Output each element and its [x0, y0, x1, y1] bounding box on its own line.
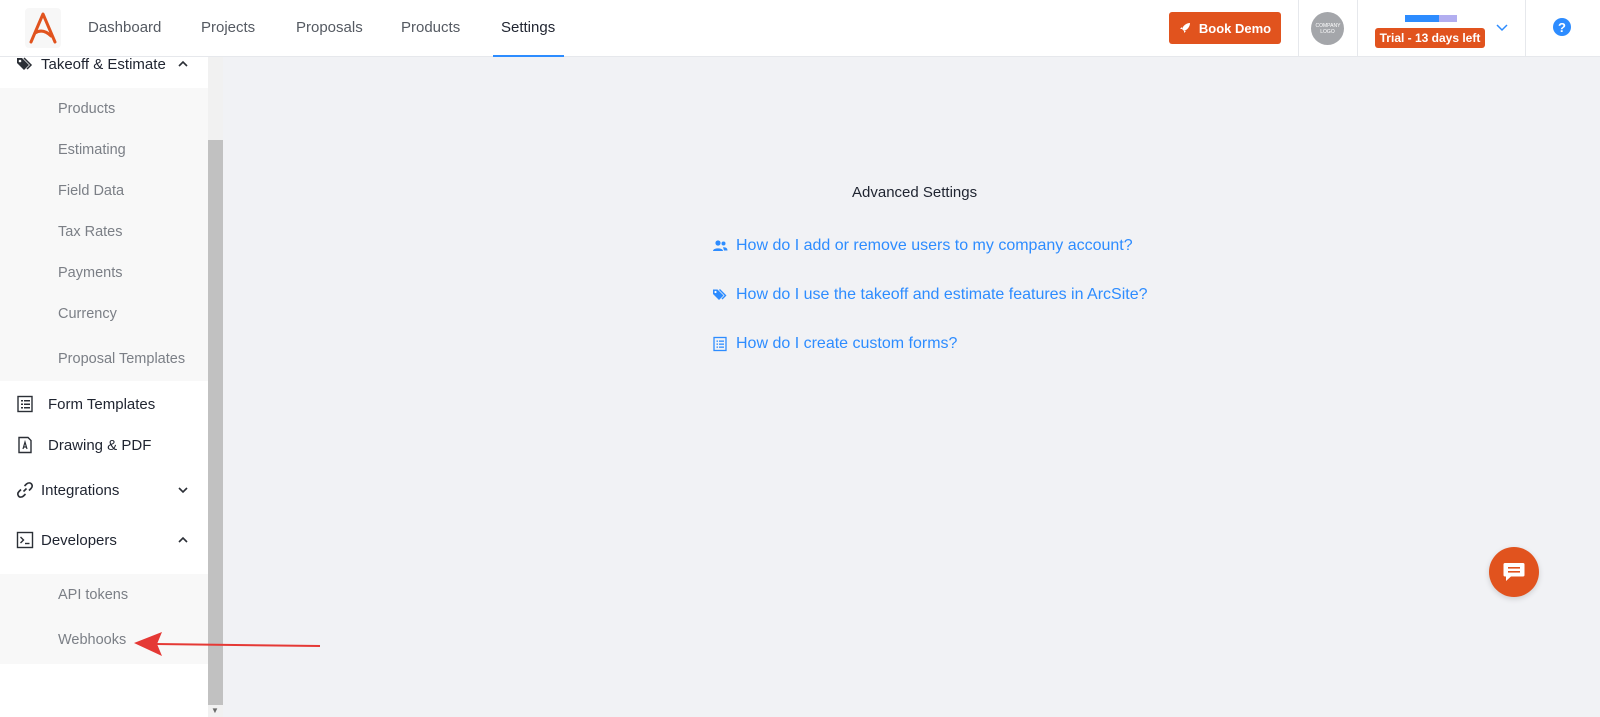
nav-products[interactable]: Products	[401, 0, 460, 57]
help-link-label: How do I create custom forms?	[736, 335, 958, 352]
active-tab-indicator	[493, 55, 564, 57]
chevron-down-icon[interactable]	[1494, 19, 1510, 35]
trial-progress-remaining	[1439, 15, 1457, 22]
sidebar-section-label: Takeoff & Estimate	[41, 55, 166, 73]
users-icon	[713, 240, 728, 251]
nav-divider	[1357, 0, 1358, 57]
sidebar-item-currency[interactable]: Currency	[58, 306, 117, 322]
book-demo-label: Book Demo	[1198, 20, 1272, 36]
sidebar-item-api-tokens[interactable]: API tokens	[58, 587, 128, 603]
annotation-arrow	[134, 632, 321, 656]
nav-divider	[1298, 0, 1299, 57]
help-link-label: How do I add or remove users to my compa…	[736, 237, 1133, 254]
help-link-takeoff-estimate[interactable]: How do I use the takeoff and estimate fe…	[712, 286, 1148, 304]
help-link-custom-forms[interactable]: How do I create custom forms?	[712, 335, 957, 353]
sidebar-item-products[interactable]: Products	[58, 101, 115, 117]
chevron-up-icon	[178, 536, 188, 543]
sidebar-item-field-data[interactable]: Field Data	[58, 183, 124, 199]
chat-icon	[1503, 563, 1525, 581]
tags-icon	[17, 57, 33, 70]
nav-divider	[1525, 0, 1526, 57]
advanced-settings-title: Advanced Settings	[852, 184, 978, 201]
terminal-icon	[16, 531, 34, 549]
chat-button[interactable]	[1489, 547, 1539, 597]
rocket-icon	[1179, 23, 1190, 33]
sidebar-item-tax-rates[interactable]: Tax Rates	[58, 224, 122, 240]
book-demo-button[interactable]: Book Demo	[1169, 12, 1281, 44]
help-link-users[interactable]: How do I add or remove users to my compa…	[712, 237, 1133, 255]
chevron-up-icon	[178, 60, 188, 67]
scroll-down-arrow-icon[interactable]: ▼	[211, 706, 220, 715]
sidebar-item-label: Drawing & PDF	[48, 436, 152, 454]
nav-projects[interactable]: Projects	[201, 0, 255, 57]
pdf-file-icon	[18, 436, 32, 454]
sidebar-item-form-templates[interactable]: Form Templates	[0, 387, 208, 421]
chevron-down-icon	[178, 487, 188, 494]
sidebar-item-label: Form Templates	[48, 395, 156, 413]
sidebar-item-drawing-pdf[interactable]: Drawing & PDF	[0, 428, 208, 462]
nav-proposals[interactable]: Proposals	[296, 0, 363, 57]
company-logo-avatar[interactable]: COMPANY LOGO	[1311, 12, 1344, 45]
help-link-label: How do I use the takeoff and estimate fe…	[736, 286, 1148, 303]
form-list-icon	[17, 395, 33, 413]
company-logo-text: COMPANY LOGO	[1315, 22, 1341, 35]
trial-progress-bar	[1405, 15, 1457, 22]
sidebar-item-payments[interactable]: Payments	[58, 265, 122, 281]
link-icon	[17, 482, 33, 498]
top-navigation: Dashboard Projects Proposals Products Se…	[0, 0, 1600, 57]
sidebar-section-label: Developers	[41, 531, 117, 549]
sidebar-section-developers[interactable]: Developers	[0, 523, 208, 557]
sidebar-section-takeoff-estimate[interactable]: Takeoff & Estimate	[0, 47, 208, 81]
help-icon[interactable]: ?	[1553, 18, 1571, 36]
settings-sidebar: Takeoff & Estimate Products Estimating F…	[0, 56, 208, 717]
arcsite-logo-icon[interactable]	[25, 8, 61, 48]
form-list-icon	[713, 336, 727, 352]
trial-badge[interactable]: Trial - 13 days left	[1375, 28, 1485, 48]
trial-progress-fill	[1405, 15, 1439, 22]
nav-settings[interactable]: Settings	[501, 0, 555, 57]
tags-icon	[713, 289, 727, 300]
sidebar-section-integrations[interactable]: Integrations	[0, 473, 208, 507]
sidebar-section-label: Integrations	[41, 481, 120, 499]
sidebar-item-proposal-templates[interactable]: Proposal Templates	[58, 351, 185, 367]
sidebar-item-webhooks[interactable]: Webhooks	[58, 632, 126, 648]
sidebar-item-estimating[interactable]: Estimating	[58, 142, 126, 158]
sidebar-scrollbar-thumb[interactable]	[208, 140, 223, 705]
